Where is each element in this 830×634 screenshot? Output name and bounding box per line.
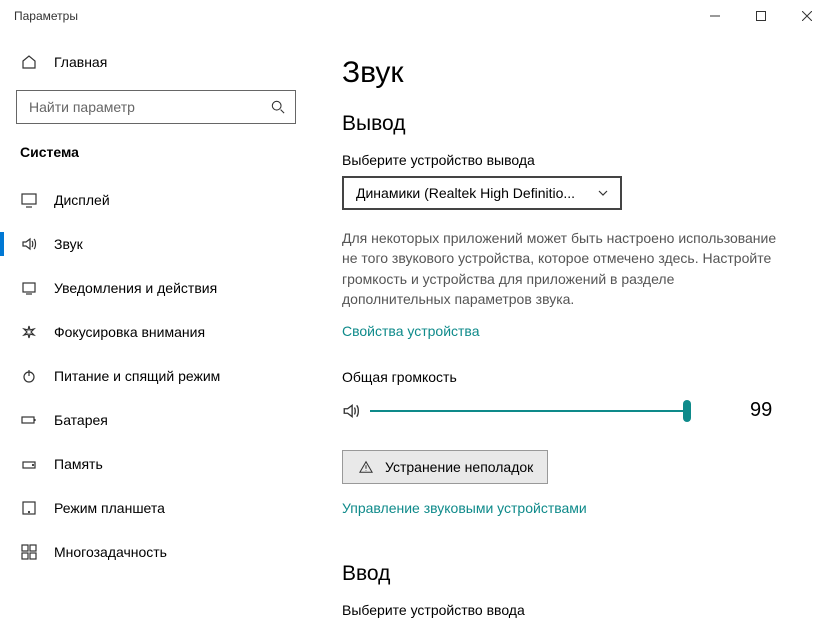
power-icon bbox=[20, 367, 38, 385]
volume-label: Общая громкость bbox=[342, 369, 800, 385]
search-field[interactable] bbox=[27, 98, 269, 116]
input-heading: Ввод bbox=[342, 562, 800, 586]
tablet-icon bbox=[20, 499, 38, 517]
device-properties-link[interactable]: Свойства устройства bbox=[342, 323, 480, 339]
sidebar-item-label: Батарея bbox=[54, 412, 108, 428]
sidebar-item-label: Питание и спящий режим bbox=[54, 368, 220, 384]
volume-icon[interactable] bbox=[342, 402, 360, 420]
sidebar-item-power[interactable]: Питание и спящий режим bbox=[0, 354, 312, 398]
output-device-dropdown[interactable]: Динамики (Realtek High Definitio... bbox=[342, 176, 622, 210]
sidebar-home[interactable]: Главная bbox=[0, 42, 312, 82]
search-input[interactable] bbox=[16, 90, 296, 124]
sidebar-item-label: Память bbox=[54, 456, 103, 472]
battery-icon bbox=[20, 411, 38, 429]
multitasking-icon bbox=[20, 543, 38, 561]
volume-value: 99 bbox=[750, 399, 772, 422]
sidebar-item-label: Многозадачность bbox=[54, 544, 167, 560]
output-device-selected: Динамики (Realtek High Definitio... bbox=[356, 185, 575, 201]
sidebar-category: Система bbox=[0, 138, 312, 178]
minimize-button[interactable] bbox=[692, 0, 738, 32]
maximize-button[interactable] bbox=[738, 0, 784, 32]
focus-icon bbox=[20, 323, 38, 341]
chevron-down-icon bbox=[594, 184, 612, 202]
sidebar-item-multitasking[interactable]: Многозадачность bbox=[0, 530, 312, 574]
close-button[interactable] bbox=[784, 0, 830, 32]
sidebar-item-focus[interactable]: Фокусировка внимания bbox=[0, 310, 312, 354]
sidebar-item-label: Режим планшета bbox=[54, 500, 165, 516]
titlebar: Параметры bbox=[0, 0, 830, 32]
sidebar-item-label: Звук bbox=[54, 236, 83, 252]
warning-icon bbox=[357, 458, 375, 476]
sidebar-item-label: Фокусировка внимания bbox=[54, 324, 205, 340]
sidebar-item-label: Дисплей bbox=[54, 192, 110, 208]
display-icon bbox=[20, 191, 38, 209]
sidebar-item-notifications[interactable]: Уведомления и действия bbox=[0, 266, 312, 310]
output-device-label: Выберите устройство вывода bbox=[342, 152, 800, 168]
sidebar-item-display[interactable]: Дисплей bbox=[0, 178, 312, 222]
volume-slider[interactable] bbox=[370, 403, 690, 419]
sidebar-item-sound[interactable]: Звук bbox=[0, 222, 312, 266]
sidebar-item-label: Уведомления и действия bbox=[54, 280, 217, 296]
sidebar-item-battery[interactable]: Батарея bbox=[0, 398, 312, 442]
manage-devices-link[interactable]: Управление звуковыми устройствами bbox=[342, 500, 587, 516]
notifications-icon bbox=[20, 279, 38, 297]
output-note: Для некоторых приложений может быть наст… bbox=[342, 228, 782, 309]
input-device-label: Выберите устройство ввода bbox=[342, 602, 800, 618]
sidebar-home-label: Главная bbox=[54, 54, 107, 70]
main-content: Звук Вывод Выберите устройство вывода Ди… bbox=[312, 32, 830, 634]
troubleshoot-button[interactable]: Устранение неполадок bbox=[342, 450, 548, 484]
window-title: Параметры bbox=[14, 9, 78, 23]
sidebar: Главная Система Дисплей Звук bbox=[0, 32, 312, 634]
sound-icon bbox=[20, 235, 38, 253]
page-title: Звук bbox=[342, 56, 800, 90]
search-icon bbox=[269, 98, 287, 116]
sidebar-item-storage[interactable]: Память bbox=[0, 442, 312, 486]
storage-icon bbox=[20, 455, 38, 473]
troubleshoot-label: Устранение неполадок bbox=[385, 459, 533, 475]
sidebar-item-tablet[interactable]: Режим планшета bbox=[0, 486, 312, 530]
output-heading: Вывод bbox=[342, 112, 800, 136]
home-icon bbox=[20, 53, 38, 71]
